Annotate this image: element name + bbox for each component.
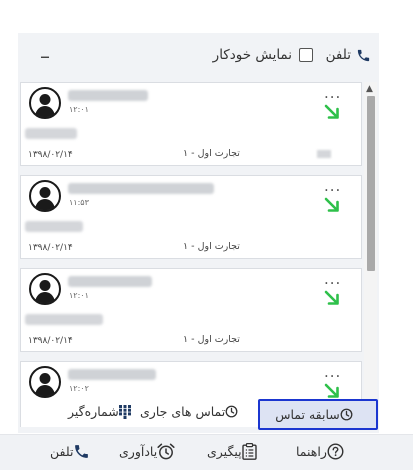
call-date: ۱۳۹۸/۰۲/۱۴ (28, 243, 73, 253)
call-history-item[interactable]: ۱۲:۰۱ ... تجارت اول - ۱ ۱۳۹۸/۰۲/۱۴ (20, 82, 362, 166)
alarm-clock-icon (157, 443, 175, 460)
call-date: ۱۳۹۸/۰۲/۱۴ (28, 336, 73, 346)
keypad-icon (118, 404, 131, 419)
phone-subtabs: سابقه تماس تماس های جاری شماره‌گیر (0, 396, 413, 434)
call-history-list: ۱۲:۰۱ ... تجارت اول - ۱ ۱۳۹۸/۰۲/۱۴ ۱۱:۵۳… (20, 82, 377, 427)
tab-call-history[interactable]: سابقه تماس (258, 399, 378, 430)
nav-phone-label: تلفن (50, 444, 74, 459)
tab-current-calls[interactable]: تماس های جاری (140, 404, 246, 419)
nav-reminder[interactable]: یادآوری (119, 443, 183, 460)
phone-header-title: تلفن (326, 47, 371, 63)
phone-icon (357, 49, 370, 61)
auto-show-label: نمایش خودکار (212, 47, 292, 63)
tab-dialer[interactable]: شماره‌گیر (68, 404, 139, 419)
more-options-icon[interactable]: ... (324, 177, 341, 195)
user-avatar-icon (29, 87, 61, 119)
user-avatar-icon (29, 180, 61, 212)
call-time: ۱۲:۰۱ (69, 291, 89, 300)
call-queue: تجارت اول - ۱ (183, 334, 240, 345)
nav-phone[interactable]: تلفن (50, 443, 98, 460)
caller-name-redacted (68, 276, 152, 287)
more-options-icon[interactable]: ... (324, 270, 341, 288)
phone-icon (75, 445, 89, 458)
nav-reminder-label: یادآوری (119, 444, 158, 459)
auto-show-toggle[interactable]: نمایش خودکار (213, 47, 313, 63)
nav-followup-label: پیگیری (207, 444, 242, 459)
question-circle-icon (327, 443, 344, 460)
bottom-navigation: راهنما پیگیری یادآوری تلفن (0, 434, 413, 470)
call-duration-redacted (317, 150, 331, 158)
list-scrollbar[interactable]: ▲ ▼ (364, 82, 377, 427)
collapse-button[interactable]: – (40, 44, 50, 68)
caller-name-redacted (68, 90, 148, 101)
scrollbar-thumb[interactable] (367, 96, 375, 271)
call-history-item[interactable]: ۱۱:۵۳ ... تجارت اول - ۱ ۱۳۹۸/۰۲/۱۴ (20, 175, 362, 259)
clock-icon (225, 405, 238, 418)
scroll-up-arrow-icon[interactable]: ▲ (366, 84, 373, 94)
more-options-icon[interactable]: ... (324, 84, 341, 102)
call-time: ۱۲:۰۲ (69, 384, 89, 393)
arrow-down-right-icon (324, 197, 339, 212)
more-options-icon[interactable]: ... (324, 363, 341, 381)
call-time: ۱۲:۰۱ (69, 105, 89, 114)
caller-name-redacted (68, 183, 214, 194)
user-avatar-icon (29, 273, 61, 305)
caller-number-redacted (25, 128, 77, 139)
nav-guide[interactable]: راهنما (296, 443, 352, 460)
call-time: ۱۱:۵۳ (69, 198, 89, 207)
caller-number-redacted (25, 314, 103, 325)
tab-current-calls-label: تماس های جاری (140, 404, 226, 419)
clipboard-icon (241, 443, 257, 460)
user-avatar-icon (29, 366, 61, 398)
clock-icon (340, 408, 353, 421)
call-date: ۱۳۹۸/۰۲/۱۴ (28, 150, 73, 160)
call-history-item[interactable]: ۱۲:۰۱ ... تجارت اول - ۱ ۱۳۹۸/۰۲/۱۴ (20, 268, 362, 352)
tab-dialer-label: شماره‌گیر (68, 404, 119, 419)
tab-call-history-label: سابقه تماس (275, 407, 340, 422)
arrow-down-right-icon (324, 290, 339, 305)
phone-panel-header: تلفن نمایش خودکار – (18, 33, 379, 82)
auto-show-checkbox[interactable] (299, 48, 313, 62)
call-queue: تجارت اول - ۱ (183, 148, 240, 159)
arrow-down-right-icon (324, 104, 339, 119)
nav-guide-label: راهنما (296, 444, 327, 459)
caller-number-redacted (25, 221, 83, 232)
phone-panel: تلفن نمایش خودکار – ۱۲:۰۱ ... تجارت اول … (18, 33, 379, 433)
call-queue: تجارت اول - ۱ (183, 241, 240, 252)
caller-name-redacted (68, 369, 156, 380)
nav-followup[interactable]: پیگیری (207, 443, 265, 460)
phone-header-label: تلفن (325, 47, 351, 63)
